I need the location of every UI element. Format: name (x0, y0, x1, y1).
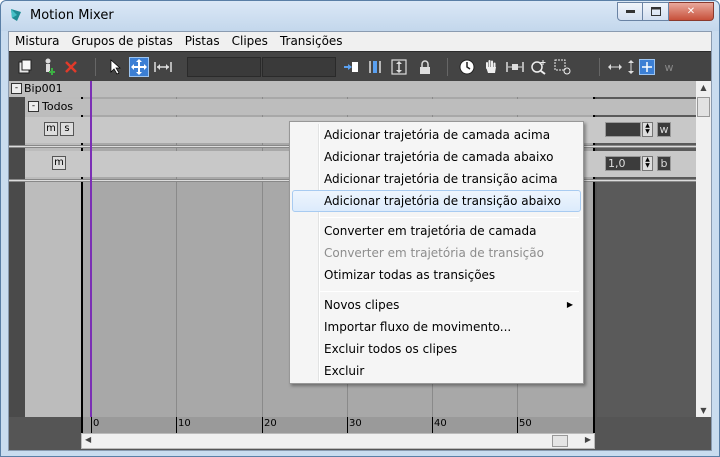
ruler-label-20: 20 (264, 418, 277, 429)
minimize-icon (625, 10, 635, 13)
toolbar-separator (447, 58, 448, 76)
menu-clipes[interactable]: Clipes (226, 32, 274, 51)
weight-spinner-arrows[interactable]: ▲ ▼ (642, 122, 653, 137)
range-end-field[interactable] (262, 57, 336, 77)
b-button[interactable]: b (657, 156, 671, 171)
menu-separator (320, 217, 579, 218)
group-track-label: Todos (42, 100, 74, 113)
root-track-label: Bip001 (24, 82, 63, 95)
submenu-arrow-icon: ▶ (566, 300, 573, 309)
menu-convert-to-transition-track: Converter em trajetória de transição (324, 246, 544, 260)
menu-add-transition-track-above[interactable]: Adicionar trajetória de transição acima (292, 168, 581, 190)
maximize-icon (650, 7, 661, 16)
scroll-up-icon[interactable]: ▲ (696, 83, 711, 92)
menu-mistura[interactable]: Mistura (9, 32, 66, 51)
menu-new-clips[interactable]: Novos clipes ▶ (292, 294, 581, 316)
maximize-button[interactable] (643, 2, 669, 21)
menu-optimize-transitions[interactable]: Otimizar todas as transições (292, 264, 581, 286)
ruler-label-50: 50 (519, 418, 532, 429)
time-icon[interactable] (457, 57, 477, 77)
context-menu: Adicionar trajetória de camada acima Adi… (289, 121, 584, 384)
scroll-down-icon[interactable]: ▼ (696, 406, 711, 415)
menu-bar: Mistura Grupos de pistas Pistas Clipes T… (9, 32, 711, 51)
menu-pistas[interactable]: Pistas (179, 32, 226, 51)
fit-icon[interactable] (389, 57, 409, 77)
zoom-icon[interactable] (529, 57, 549, 77)
close-button[interactable]: ✕ (669, 2, 714, 21)
ruler-tick (91, 417, 92, 433)
character-add-icon[interactable] (39, 57, 59, 77)
weight-curve-button[interactable]: w (657, 122, 671, 137)
select-arrow-icon[interactable] (105, 57, 125, 77)
ruler-tick (517, 417, 518, 433)
move-icon[interactable] (129, 57, 149, 77)
ruler-label-10: 10 (178, 418, 191, 429)
ruler-label-0: 0 (93, 418, 100, 429)
ruler-tick (432, 417, 433, 433)
root-collapse-button[interactable]: - (11, 83, 22, 94)
scroll-right-icon[interactable]: ▶ (585, 435, 591, 444)
value-spinner[interactable]: 1,0 (605, 156, 641, 171)
ruler-tick (262, 417, 263, 433)
solo-button[interactable]: s (60, 122, 74, 136)
menu-transicoes[interactable]: Transições (274, 32, 349, 51)
scroll-left-icon[interactable]: ◀ (85, 435, 91, 444)
zoom-extents-icon[interactable] (505, 57, 525, 77)
value-spinner-arrows[interactable]: ▲ ▼ (642, 156, 653, 171)
menu-add-layer-track-above[interactable]: Adicionar trajetória de camada acima (292, 124, 581, 146)
w-icon[interactable]: w (659, 57, 679, 77)
toolbar-separator (95, 58, 96, 76)
zoom-region-icon[interactable] (553, 57, 573, 77)
menu-add-transition-track-below[interactable]: Adicionar trajetória de transição abaixo (292, 190, 581, 212)
menu-separator (320, 291, 579, 292)
delete-icon[interactable] (61, 57, 81, 77)
menu-delete[interactable]: Excluir (292, 360, 581, 382)
menu-delete-all-clips[interactable]: Excluir todos os clipes (292, 338, 581, 360)
mixer-add-icon[interactable] (15, 57, 35, 77)
ruler-label-30: 30 (349, 418, 362, 429)
toolbar: w (9, 51, 711, 81)
menu-new-clips-label: Novos clipes (324, 298, 400, 312)
minimize-button[interactable] (617, 2, 643, 21)
weight-spinner[interactable] (605, 122, 641, 137)
horizontal-scroll-thumb[interactable] (552, 435, 568, 447)
time-ruler[interactable]: 0 10 20 30 40 50 (81, 417, 595, 433)
title-bar[interactable]: Motion Mixer ✕ (1, 1, 719, 31)
menu-convert-to-layer-track[interactable]: Converter em trajetória de camada (292, 220, 581, 242)
mute-button[interactable]: m (44, 122, 58, 136)
motion-mixer-window: Motion Mixer ✕ Mistura Grupos de pistas … (0, 0, 720, 457)
window-title: Motion Mixer (30, 8, 114, 23)
time-slider-playhead[interactable] (90, 81, 92, 433)
ruler-tick (347, 417, 348, 433)
toolbar-separator (599, 58, 600, 76)
vertical-scroll-thumb[interactable] (697, 97, 710, 117)
lock-icon[interactable] (415, 57, 435, 77)
close-icon: ✕ (686, 6, 696, 17)
grid-toggle-icon[interactable] (639, 59, 655, 75)
scale-clip-icon[interactable] (153, 57, 173, 77)
ruler-label-40: 40 (434, 418, 447, 429)
horizontal-scrollbar[interactable]: ◀ ▶ (81, 433, 595, 449)
menu-add-layer-track-below[interactable]: Adicionar trajetória de camada abaixo (292, 146, 581, 168)
pan-hand-icon[interactable] (481, 57, 501, 77)
vertical-resize-icon[interactable] (621, 57, 641, 77)
group-collapse-button[interactable]: - (28, 101, 39, 112)
ruler-tick (176, 417, 177, 433)
vertical-scrollbar[interactable]: ▲ ▼ (696, 81, 711, 417)
app-icon (11, 9, 21, 21)
menu-grupos-de-pistas[interactable]: Grupos de pistas (66, 32, 179, 51)
set-range-icon[interactable] (341, 57, 361, 77)
root-track-row: - Bip001 (9, 81, 696, 97)
group-track-row: - Todos (25, 99, 696, 115)
mute-button-2[interactable]: m (52, 156, 66, 170)
range-start-field[interactable] (187, 57, 261, 77)
snap-icon[interactable] (365, 57, 385, 77)
menu-import-motion-flow[interactable]: Importar fluxo de movimento... (292, 316, 581, 338)
